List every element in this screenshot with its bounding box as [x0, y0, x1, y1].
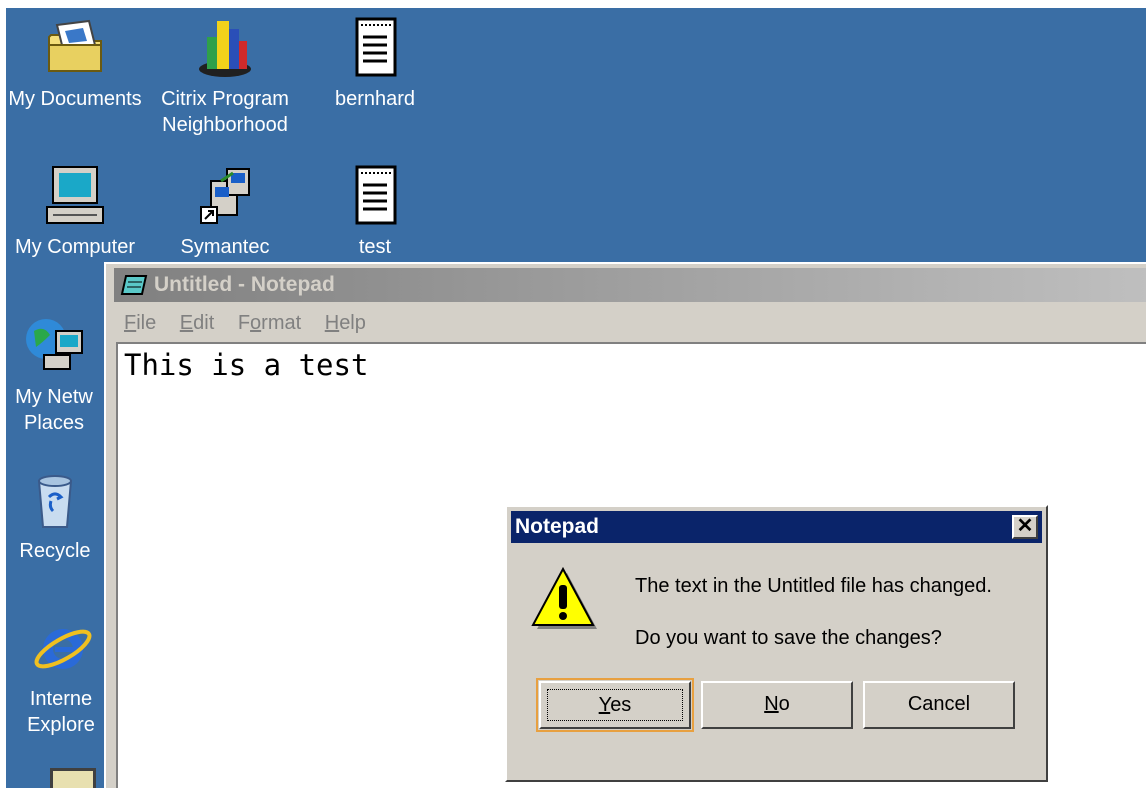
notepad-title-bar[interactable]: Untitled - Notepad [114, 268, 1146, 302]
desktop-icon-label: bernhard [334, 88, 416, 110]
menu-file[interactable]: File [124, 306, 156, 340]
dialog-title: Notepad [515, 515, 599, 538]
desktop-icon-symantec[interactable]: Symantec [150, 162, 300, 260]
menu-label-rest: dit [193, 312, 215, 334]
menu-label-rest: elp [339, 312, 366, 334]
desktop-icon-my-computer[interactable]: My Computer [0, 162, 150, 260]
menu-label-rest: ile [136, 312, 157, 334]
computer-icon [46, 166, 104, 224]
menu-accel: F [124, 312, 137, 334]
close-icon: ✕ [1016, 515, 1034, 537]
menu-format[interactable]: Format [238, 306, 301, 340]
menu-accel: o [250, 312, 262, 334]
menu-help[interactable]: Help [325, 306, 366, 340]
menu-accel: E [179, 312, 194, 334]
citrix-icon [199, 21, 251, 77]
button-label-rest: o [778, 693, 790, 715]
close-button[interactable]: ✕ [1012, 515, 1038, 539]
notepad-menu-bar: File Edit Format Help [114, 306, 1146, 340]
save-changes-dialog: Notepad ✕ The text in the Untitled file … [505, 505, 1048, 782]
recycle-bin-icon [37, 475, 73, 528]
internet-explorer-icon [34, 629, 92, 669]
yes-button[interactable]: Yes [536, 678, 694, 732]
cancel-button[interactable]: Cancel [863, 681, 1015, 729]
menu-accel: H [324, 312, 340, 334]
desktop-icon-recycle-bin[interactable]: Recycle [0, 466, 120, 564]
button-accel: N [764, 693, 779, 715]
focus-rectangle: Yes [547, 689, 683, 721]
desktop-icon-label: Symantec [180, 236, 270, 258]
menu-label-rest: rmat [261, 312, 302, 334]
symantec-shortcut-icon [200, 168, 250, 224]
warning-icon [531, 567, 597, 629]
folder-documents-icon [48, 19, 102, 72]
desktop-icon-citrix[interactable]: Citrix Program Neighborhood [150, 14, 300, 138]
network-places-icon [26, 319, 83, 370]
notepad-icon [120, 275, 148, 295]
dialog-message-line1: The text in the Untitled file has change… [635, 575, 992, 597]
desktop-icon-label: Recycle [19, 540, 91, 562]
button-label-rest: es [610, 694, 632, 716]
text-file-icon [355, 17, 397, 77]
no-button[interactable]: No [701, 681, 853, 729]
partial-desktop-icon[interactable] [50, 768, 96, 788]
desktop-icon-label: My Computer [14, 236, 136, 258]
text-file-icon [355, 165, 397, 225]
desktop-icon-test[interactable]: test [300, 162, 450, 260]
button-accel: Y [598, 694, 611, 716]
desktop-icon-label: My Documents [8, 88, 142, 110]
dialog-title-bar[interactable]: Notepad ✕ [511, 511, 1042, 543]
menu-edit[interactable]: Edit [180, 306, 214, 340]
dialog-message-line2: Do you want to save the changes? [635, 627, 942, 649]
desktop-icon-label: test [358, 236, 392, 258]
menu-label-prefix: F [237, 312, 251, 334]
desktop: My Documents Citrix Program Neighborhood… [0, 0, 1146, 788]
notepad-title: Untitled - Notepad [154, 273, 335, 296]
desktop-icon-bernhard[interactable]: bernhard [300, 14, 450, 112]
desktop-icon-label: Citrix Program Neighborhood [161, 88, 289, 136]
desktop-icon-my-documents[interactable]: My Documents [0, 14, 150, 112]
